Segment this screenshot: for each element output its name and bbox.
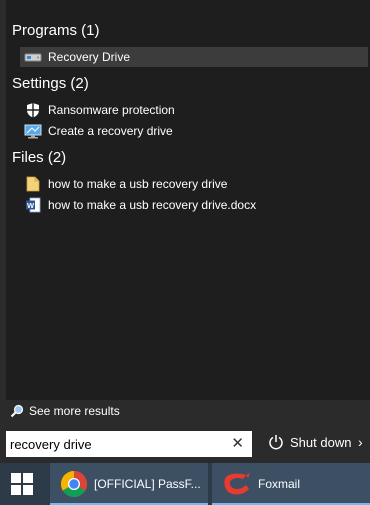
taskbar-app-foxmail[interactable]: Foxmail [212,463,370,505]
shut-down-button[interactable]: Shut down [268,434,351,450]
see-more-results-link[interactable]: See more results [10,404,120,418]
programs-section-header: Programs (1) [12,22,100,39]
shield-icon [24,102,42,118]
result-label: how to make a usb recovery drive [48,177,228,191]
search-icon [10,404,24,418]
foxmail-icon [222,471,252,497]
taskbar-app-label: Foxmail [258,477,301,491]
recovery-drive-icon [24,49,42,65]
result-label: Ransomware protection [48,103,175,117]
taskbar-app-chrome[interactable]: [OFFICIAL] PassF... [50,463,208,505]
see-more-label: See more results [29,404,120,418]
result-file-usb-recovery-docx[interactable]: W how to make a usb recovery drive.docx [20,195,360,215]
file-icon [24,176,42,192]
monitor-icon [24,123,42,139]
taskbar-app-label: [OFFICIAL] PassF... [94,477,201,491]
result-label: Recovery Drive [48,50,131,64]
result-ransomware-protection[interactable]: Ransomware protection [20,100,360,120]
power-icon [268,434,284,450]
search-box[interactable]: ✕ [6,431,252,457]
result-label: how to make a usb recovery drive.docx [48,198,257,212]
result-file-usb-recovery[interactable]: how to make a usb recovery drive [20,174,360,194]
power-options-chevron-icon[interactable]: › [358,434,363,450]
windows-start-button[interactable] [0,463,44,505]
start-menu: Programs (1) Recovery Drive Settings (2)… [0,0,370,463]
search-input[interactable] [10,436,225,452]
files-section-header: Files (2) [12,149,67,166]
result-label: Create a recovery drive [48,124,173,138]
search-results-pane: Programs (1) Recovery Drive Settings (2)… [6,0,370,400]
result-recovery-drive[interactable]: Recovery Drive [20,47,368,67]
shut-down-label: Shut down [290,434,352,450]
windows-logo-icon [11,473,33,495]
word-document-icon: W [24,197,42,213]
settings-section-header: Settings (2) [12,75,89,92]
chrome-icon [60,470,88,498]
result-create-recovery-drive[interactable]: Create a recovery drive [20,121,360,141]
taskbar: [OFFICIAL] PassF... Foxmail [0,463,370,505]
clear-search-icon[interactable]: ✕ [231,436,244,452]
svg-text:W: W [27,201,35,210]
